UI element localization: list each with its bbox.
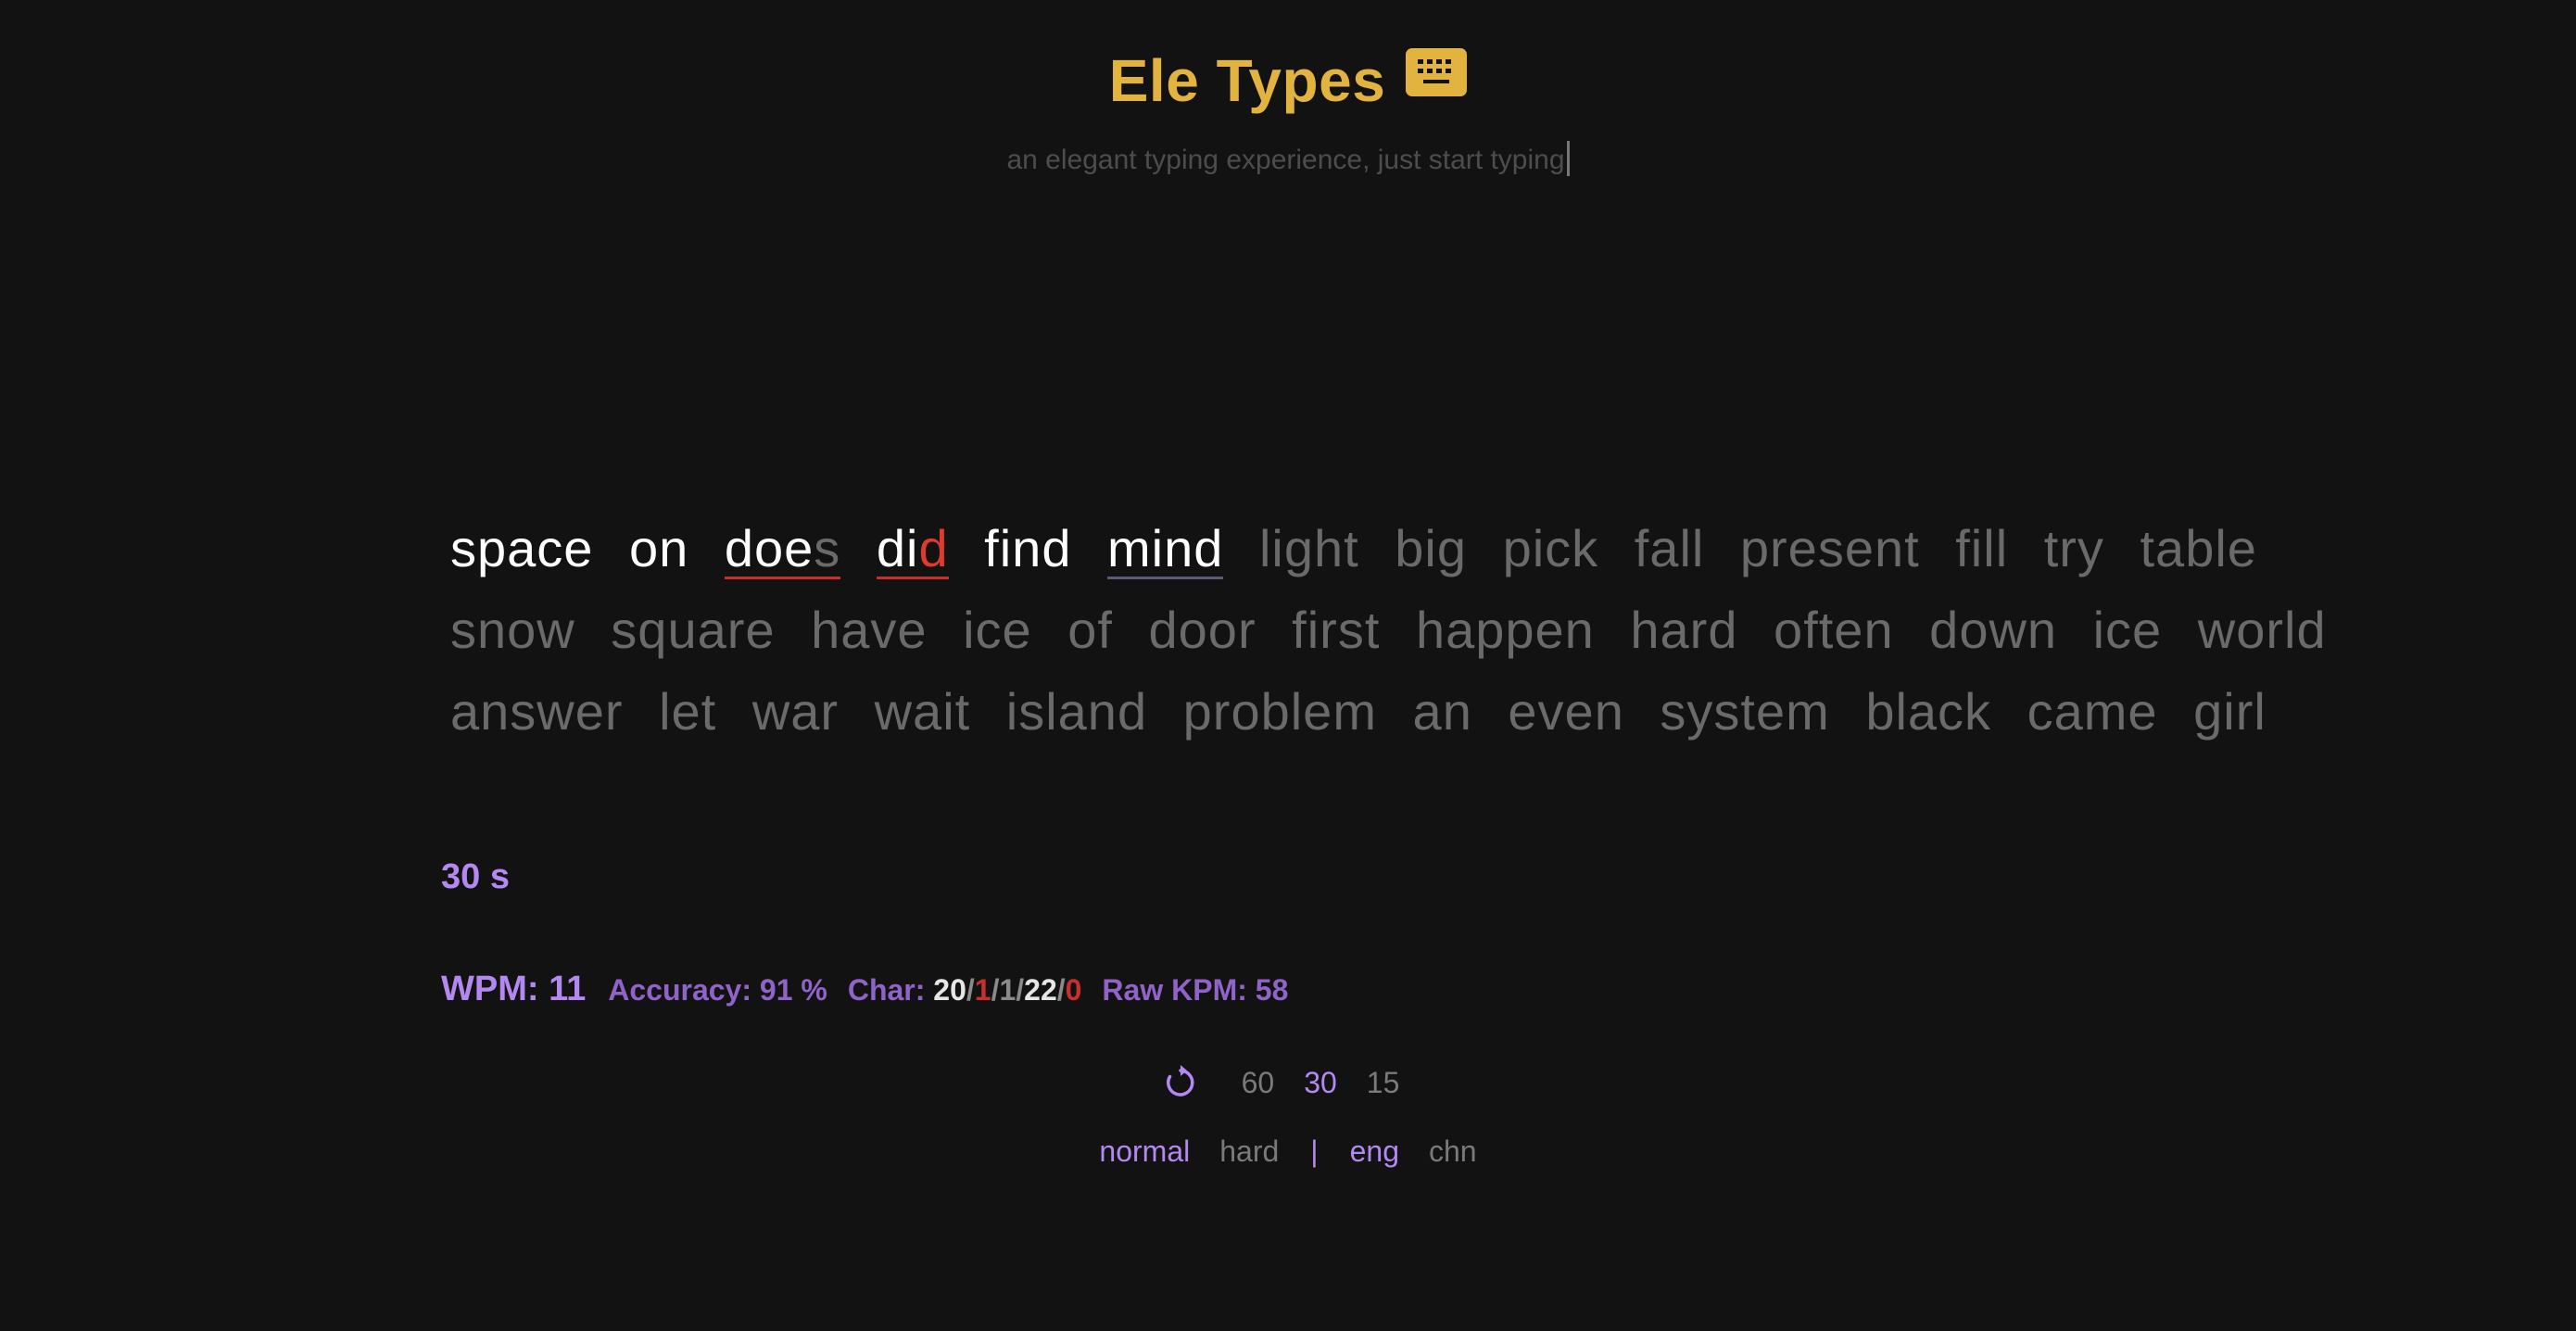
char-stat: Char: 20/1/1/22/0 <box>848 973 1082 1008</box>
word: table <box>2140 519 2257 577</box>
word: pick <box>1502 519 1599 577</box>
word: try <box>2043 519 2104 577</box>
char-sep: / <box>1016 973 1025 1007</box>
countdown-timer: 30 s <box>441 857 510 896</box>
word-line-1: space on does did find mind light big pi… <box>450 508 2256 589</box>
char-missed: 0 <box>1065 973 1082 1007</box>
word: ice <box>963 601 1032 659</box>
char-label: Char: <box>847 973 934 1007</box>
word: war <box>751 682 840 741</box>
word: snow <box>450 601 575 659</box>
page: Ele Types an elegant typing experience, … <box>0 0 2576 1331</box>
word: square <box>611 601 776 659</box>
word: door <box>1148 601 1256 659</box>
restart-icon[interactable] <box>1162 1064 1199 1101</box>
word-error: did <box>876 519 949 579</box>
word: wait <box>874 682 971 741</box>
word: first <box>1292 601 1381 659</box>
word-error: does <box>724 519 841 579</box>
word-line-3: answer let war wait island problem an ev… <box>450 671 2266 753</box>
wpm-stat: WPM: 11 <box>441 970 587 1008</box>
word: girl <box>2193 682 2267 741</box>
duration-60[interactable]: 60 <box>1242 1066 1275 1100</box>
char-sep: / <box>966 973 975 1007</box>
keyboard-icon <box>1406 48 1468 96</box>
word: light <box>1258 519 1359 577</box>
word: island <box>1005 682 1148 741</box>
text-caret <box>1566 141 1570 176</box>
word: came <box>2027 682 2158 741</box>
word: black <box>1865 682 1992 741</box>
word: let <box>659 682 717 741</box>
word-line-2: snow square have ice of door first happe… <box>450 589 2326 671</box>
wrong-char: d <box>918 519 949 577</box>
mode-controls: normal hard | eng chn <box>0 1135 2576 1169</box>
current-word: mind <box>1107 519 1224 579</box>
word: system <box>1660 682 1830 741</box>
duration-15[interactable]: 15 <box>1367 1066 1400 1100</box>
subtitle-text: an elegant typing experience, just start… <box>1006 145 1565 175</box>
mode-separator: | <box>1310 1135 1319 1168</box>
char-correct: 20 <box>933 973 966 1007</box>
accuracy-stat: Accuracy: 91 % <box>608 973 827 1007</box>
duration-30[interactable]: 30 <box>1304 1066 1337 1100</box>
word: often <box>1774 601 1894 659</box>
word: answer <box>450 682 624 741</box>
word: happen <box>1415 601 1595 659</box>
app-title: Ele Types <box>1108 47 1386 114</box>
word: find <box>984 519 1072 577</box>
char-total: 22 <box>1024 973 1057 1007</box>
word: space <box>450 519 594 577</box>
header: Ele Types <box>0 46 2576 115</box>
word: ice <box>2092 601 2163 659</box>
char-sep: / <box>1056 973 1066 1007</box>
typing-area[interactable]: space on does did find mind light big pi… <box>450 508 2326 753</box>
word: fill <box>1955 519 2009 577</box>
lang-chn[interactable]: chn <box>1429 1135 1477 1169</box>
raw-kpm-stat: Raw KPM: 58 <box>1102 973 1289 1007</box>
char-incorrect: 1 <box>974 973 991 1007</box>
char-extra: 1 <box>999 973 1017 1007</box>
mode-hard[interactable]: hard <box>1219 1135 1279 1169</box>
word: problem <box>1182 682 1377 741</box>
word: even <box>1508 682 1624 741</box>
subtitle: an elegant typing experience, just start… <box>0 141 2576 176</box>
word: world <box>2197 601 2327 659</box>
typed-chars: di <box>876 519 919 577</box>
lang-eng[interactable]: eng <box>1350 1135 1399 1169</box>
word: an <box>1412 682 1472 741</box>
word: fall <box>1634 519 1705 577</box>
missed-char: s <box>814 519 841 577</box>
word: of <box>1067 601 1113 659</box>
duration-controls: 60 30 15 <box>0 1064 2576 1101</box>
typed-chars: doe <box>724 519 814 577</box>
word: on <box>629 519 689 577</box>
word: have <box>811 601 928 659</box>
word: big <box>1395 519 1468 577</box>
word: hard <box>1630 601 1738 659</box>
mode-normal[interactable]: normal <box>1099 1135 1190 1169</box>
word: down <box>1929 601 2058 659</box>
word: present <box>1739 519 1920 577</box>
stats-bar: WPM: 11 Accuracy: 91 % Char: 20/1/1/22/0… <box>441 970 1308 1009</box>
